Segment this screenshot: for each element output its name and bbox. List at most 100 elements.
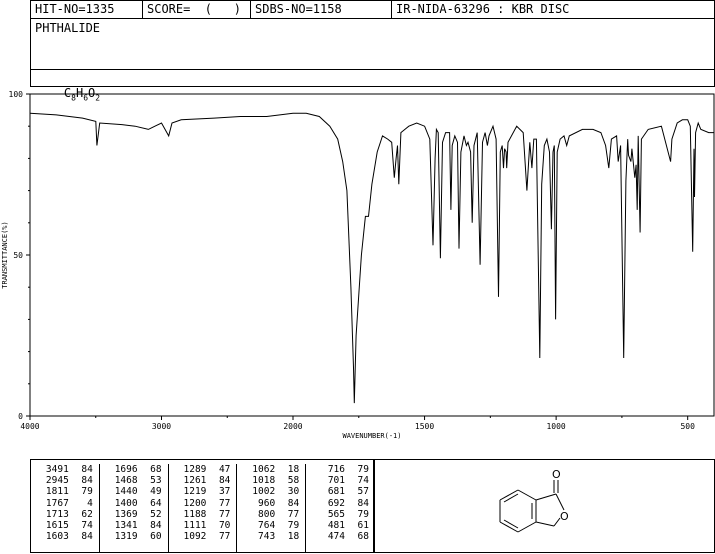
peak-transmittance: 84 <box>81 464 93 475</box>
peak-row: 1319 60 <box>100 531 168 542</box>
peak-row: 565 79 <box>306 509 375 520</box>
peak-transmittance: 70 <box>218 519 231 531</box>
peak-column: 1062 18 1018 58 1002 30 960 84 800 77 764 79 743 18 <box>237 464 307 552</box>
peak-transmittance: 37 <box>218 486 231 498</box>
peak-wavenumber: 1767 <box>45 497 69 509</box>
peak-transmittance: 18 <box>287 464 300 475</box>
peak-transmittance: 57 <box>357 486 369 498</box>
peak-table: 3491 84 2945 84 1811 79 1767 4 1713 62 1615 74 1603 8… <box>31 460 375 554</box>
peak-row: 1603 84 <box>31 531 99 542</box>
peak-wavenumber: 474 <box>327 531 345 543</box>
peak-transmittance: 77 <box>218 497 231 509</box>
peak-transmittance: 77 <box>218 531 231 543</box>
peak-wavenumber: 960 <box>258 497 276 509</box>
x-tick-label: 1500 <box>415 422 434 431</box>
peak-wavenumber: 1696 <box>114 464 138 475</box>
peak-transmittance: 84 <box>218 475 231 487</box>
peak-transmittance: 84 <box>81 531 93 543</box>
peak-transmittance: 84 <box>287 497 300 509</box>
peak-wavenumber: 1440 <box>114 486 138 498</box>
peak-wavenumber: 1713 <box>45 508 69 520</box>
peak-transmittance: 53 <box>150 475 162 487</box>
peak-row: 1468 53 <box>100 475 168 486</box>
peak-row: 1018 58 <box>237 475 305 486</box>
x-axis-label: WAVENUMBER(-1) <box>342 432 401 440</box>
peak-wavenumber: 1400 <box>114 497 138 509</box>
peak-wavenumber: 692 <box>327 497 345 509</box>
sdbs-number: SDBS-NO=1158 <box>251 1 392 18</box>
header-box: HIT-NO=1335 SCORE= ( ) SDBS-NO=1158 IR-N… <box>30 0 715 102</box>
peak-row: 716 79 <box>306 464 375 475</box>
peak-transmittance: 79 <box>357 508 369 520</box>
carbonyl-oxygen-label: O <box>552 468 561 481</box>
header-divider <box>31 18 714 19</box>
y-axis-label: TRANSMITTANCE(%) <box>1 221 9 288</box>
peak-row: 1767 4 <box>31 498 99 509</box>
peak-transmittance: 60 <box>150 531 162 543</box>
peak-wavenumber: 701 <box>327 475 345 487</box>
peak-row: 2945 84 <box>31 475 99 486</box>
peak-wavenumber: 1811 <box>45 486 69 498</box>
peak-transmittance: 77 <box>218 508 231 520</box>
peak-transmittance: 62 <box>81 508 93 520</box>
peak-row: 1219 37 <box>169 486 237 497</box>
peak-row: 1400 64 <box>100 498 168 509</box>
phthalide-structure: O O <box>499 468 569 533</box>
peak-wavenumber: 1319 <box>114 531 138 543</box>
peak-row: 764 79 <box>237 520 305 531</box>
peak-wavenumber: 1111 <box>183 519 207 531</box>
peak-row: 1369 52 <box>100 509 168 520</box>
peak-wavenumber: 1092 <box>183 531 207 543</box>
x-tick-label: 2000 <box>283 422 302 431</box>
peak-row: 1440 49 <box>100 486 168 497</box>
peak-wavenumber: 1018 <box>252 475 276 487</box>
peak-wavenumber: 1468 <box>114 475 138 487</box>
spectrum-line <box>29 112 714 404</box>
peak-wavenumber: 1200 <box>183 497 207 509</box>
x-tick-label: 3000 <box>152 422 171 431</box>
peak-row: 692 84 <box>306 498 375 509</box>
peak-wavenumber: 1603 <box>45 531 69 543</box>
peak-row: 1261 84 <box>169 475 237 486</box>
peak-transmittance: 74 <box>357 475 369 487</box>
peak-row: 800 77 <box>237 509 305 520</box>
peak-transmittance: 61 <box>357 519 369 531</box>
peak-transmittance: 68 <box>150 464 162 475</box>
peak-transmittance: 49 <box>150 486 162 498</box>
peak-transmittance: 84 <box>81 475 93 487</box>
peak-wavenumber: 565 <box>327 508 345 520</box>
peak-transmittance: 64 <box>150 497 162 509</box>
peak-wavenumber: 1369 <box>114 508 138 520</box>
peak-transmittance: 79 <box>287 519 300 531</box>
peak-wavenumber: 1188 <box>183 508 207 520</box>
peak-row: 1341 84 <box>100 520 168 531</box>
peak-wavenumber: 1615 <box>45 519 69 531</box>
peak-row: 1811 79 <box>31 486 99 497</box>
ir-nida: IR-NIDA-63296 : KBR DISC <box>396 2 570 16</box>
peak-row: 1713 62 <box>31 509 99 520</box>
y-tick-label: 100 <box>9 90 24 99</box>
peak-table-box: 3491 84 2945 84 1811 79 1767 4 1713 62 1615 74 1603 8… <box>30 459 374 553</box>
peak-row: 960 84 <box>237 498 305 509</box>
ring-oxygen-label: O <box>560 510 569 523</box>
y-tick-label: 50 <box>13 251 23 260</box>
peak-wavenumber: 1219 <box>183 486 207 498</box>
peak-wavenumber: 716 <box>327 464 345 475</box>
peak-wavenumber: 3491 <box>45 464 69 475</box>
score: SCORE= ( ) <box>143 1 251 18</box>
compound-name: PHTHALIDE <box>35 21 101 35</box>
peak-row: 1002 30 <box>237 486 305 497</box>
peak-row: 1062 18 <box>237 464 305 475</box>
peak-transmittance: 58 <box>287 475 300 487</box>
peak-transmittance: 84 <box>150 519 162 531</box>
peak-wavenumber: 743 <box>258 531 276 543</box>
peak-row: 474 68 <box>306 531 375 542</box>
peak-wavenumber: 2945 <box>45 475 69 487</box>
peak-transmittance: 74 <box>81 519 93 531</box>
peak-row: 701 74 <box>306 475 375 486</box>
peak-row: 481 61 <box>306 520 375 531</box>
peak-wavenumber: 764 <box>258 519 276 531</box>
peak-row: 3491 84 <box>31 464 99 475</box>
peak-transmittance: 30 <box>287 486 300 498</box>
peak-row: 1289 47 <box>169 464 237 475</box>
